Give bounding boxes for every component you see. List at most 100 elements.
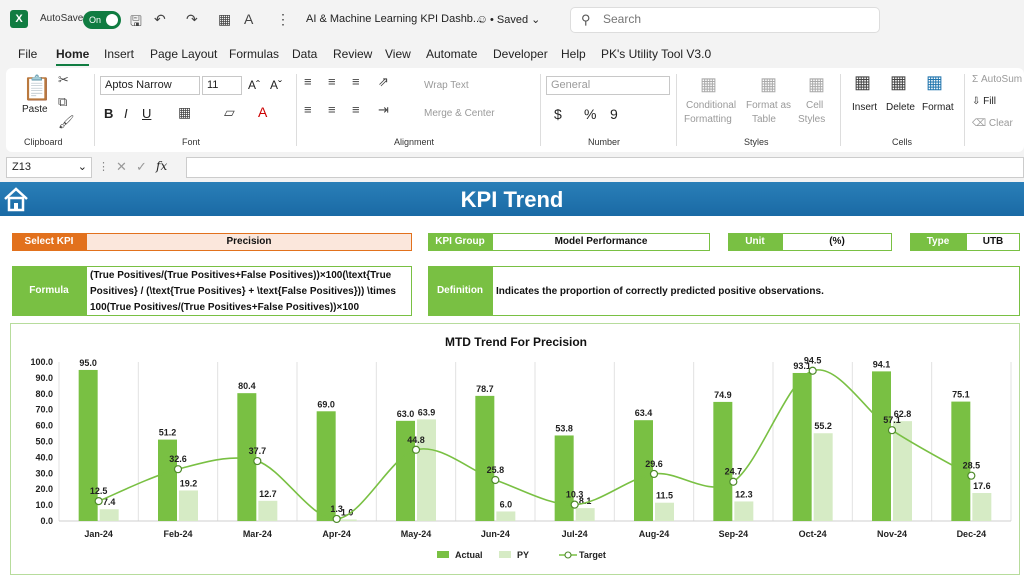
orientation-icon[interactable]: ⇗	[378, 74, 389, 90]
save-icon[interactable]: 🖫	[130, 11, 142, 35]
menu-item-home[interactable]: Home	[56, 47, 90, 66]
format-painter-icon[interactable]: 🖌	[58, 114, 75, 130]
menu-item-review[interactable]: Review	[333, 47, 372, 61]
cell-reference: Z13	[12, 161, 31, 173]
target-point	[491, 475, 500, 485]
insert-function-button[interactable]: fx	[156, 159, 167, 173]
type-value: UTB	[966, 233, 1020, 251]
copy-icon[interactable]: ⧉	[58, 94, 67, 110]
align-right-icon[interactable]: ≡	[352, 102, 360, 117]
name-box[interactable]: Z13 ⌄	[6, 157, 92, 178]
enter-icon[interactable]: ✓	[136, 159, 147, 175]
fill-button[interactable]: ⇩ Fill	[972, 96, 996, 107]
menu-item-developer[interactable]: Developer	[493, 47, 548, 61]
ribbon-divider	[540, 74, 541, 146]
autosave-toggle[interactable]: On	[83, 11, 121, 29]
paste-button[interactable]: Paste	[22, 104, 48, 115]
y-tick-label: 30.0	[35, 468, 53, 478]
formula-line: 100(True Positives/(True Positives+False…	[90, 302, 360, 313]
increase-font-icon[interactable]: Aˆ	[248, 78, 260, 92]
currency-button[interactable]: $	[554, 106, 562, 122]
menu-item-help[interactable]: Help	[561, 47, 586, 61]
share-people-icon[interactable]: ☺	[476, 12, 488, 26]
py-bar	[575, 508, 595, 521]
py-bar	[655, 502, 674, 521]
clear-button[interactable]: ⌫ Clear	[972, 118, 1013, 129]
menu-item-data[interactable]: Data	[292, 47, 317, 61]
conditional-formatting-icon[interactable]: ▦	[700, 74, 717, 95]
bold-button[interactable]: B	[104, 106, 113, 121]
py-data-label: 55.2	[814, 421, 832, 431]
y-tick-label: 10.0	[35, 500, 53, 510]
font-size-select[interactable]: 11	[202, 76, 242, 95]
insert-cells-button[interactable]: Insert	[852, 102, 877, 113]
y-tick-label: 0.0	[40, 516, 53, 526]
align-bottom-icon[interactable]: ≡	[352, 74, 360, 89]
format-cells-icon[interactable]: ▦	[926, 72, 943, 93]
autosave-label: AutoSave	[40, 13, 84, 24]
formula-input[interactable]	[186, 157, 1024, 178]
align-center-icon[interactable]: ≡	[328, 102, 336, 117]
borders-button-icon[interactable]: ▦	[178, 104, 191, 121]
undo-icon[interactable]: ↶	[154, 11, 166, 28]
format-as-table-icon[interactable]: ▦	[760, 74, 777, 95]
autosum-button[interactable]: Σ AutoSum	[972, 74, 1022, 85]
search-box[interactable]: ⚲	[570, 7, 880, 33]
wrap-text-button[interactable]: Wrap Text	[424, 80, 469, 91]
decrease-font-icon[interactable]: Aˇ	[270, 78, 282, 92]
cell-styles-icon[interactable]: ▦	[808, 74, 825, 95]
align-left-icon[interactable]: ≡	[304, 102, 312, 117]
delete-cells-button[interactable]: Delete	[886, 102, 915, 113]
format-as-table-button[interactable]: Format as	[746, 100, 791, 111]
insert-cells-icon[interactable]: ▦	[854, 72, 871, 93]
align-middle-icon[interactable]: ≡	[328, 74, 336, 89]
font-color-icon[interactable]: A	[244, 11, 253, 27]
menu-item-pk-s-utility-tool-v3-0[interactable]: PK's Utility Tool V3.0	[601, 47, 711, 61]
y-tick-label: 80.0	[35, 389, 53, 399]
ribbon-divider	[676, 74, 677, 146]
menu-item-file[interactable]: File	[18, 47, 37, 61]
menu-item-insert[interactable]: Insert	[104, 47, 134, 61]
conditional-formatting-button[interactable]: Conditional	[686, 100, 736, 111]
italic-button[interactable]: I	[124, 106, 128, 121]
chart-container[interactable]: MTD Trend For Precision 0.0 10.0 20.0 30.0 4…	[10, 323, 1020, 575]
legend-label: Target	[579, 550, 606, 560]
percent-button[interactable]: %	[584, 106, 596, 122]
delete-cells-icon[interactable]: ▦	[890, 72, 907, 93]
worksheet: KPI Trend Select KPI Precision KPI Group…	[0, 182, 1024, 578]
merge-center-button[interactable]: Merge & Center	[424, 108, 495, 119]
select-kpi-dropdown[interactable]: Precision	[86, 233, 412, 251]
target-data-label: 94.5	[804, 356, 822, 366]
font-color-button-icon[interactable]: A	[258, 104, 267, 120]
target-data-label: 57.1	[883, 415, 901, 425]
clipboard-group-label: Clipboard	[24, 137, 63, 147]
menu-item-page-layout[interactable]: Page Layout	[150, 47, 217, 61]
comma-button[interactable]: 9	[610, 106, 618, 122]
menu-item-view[interactable]: View	[385, 47, 411, 61]
save-status[interactable]: • Saved ⌄	[490, 13, 540, 26]
format-cells-button[interactable]: Format	[922, 102, 954, 113]
actual-data-label: 63.4	[635, 408, 653, 418]
font-family-select[interactable]: Aptos Narrow	[100, 76, 200, 95]
menu-item-formulas[interactable]: Formulas	[229, 47, 279, 61]
number-format-select[interactable]: General	[546, 76, 670, 95]
search-icon: ⚲	[581, 12, 591, 27]
x-tick-label: Jan-24	[84, 529, 113, 539]
paste-icon[interactable]: 📋	[22, 74, 52, 103]
target-point	[94, 497, 103, 506]
borders-icon[interactable]: ▦	[218, 11, 231, 28]
alignment-group-label: Alignment	[394, 137, 435, 147]
indent-icon[interactable]: ⇥	[378, 102, 389, 118]
actual-bar	[475, 395, 495, 521]
cut-icon[interactable]: ✂	[58, 72, 69, 88]
fill-color-icon[interactable]: ▱	[224, 104, 235, 121]
align-top-icon[interactable]: ≡	[304, 74, 312, 89]
underline-button[interactable]: U	[142, 106, 151, 121]
menu-item-automate[interactable]: Automate	[426, 47, 477, 61]
search-input[interactable]	[603, 12, 863, 26]
customize-toolbar-icon[interactable]: ⋮	[276, 11, 290, 28]
redo-icon[interactable]: ↷	[186, 11, 198, 28]
cancel-icon[interactable]: ✕	[116, 159, 127, 175]
cell-styles-button[interactable]: Cell	[806, 100, 823, 111]
actual-data-label: 63.0	[397, 409, 415, 419]
